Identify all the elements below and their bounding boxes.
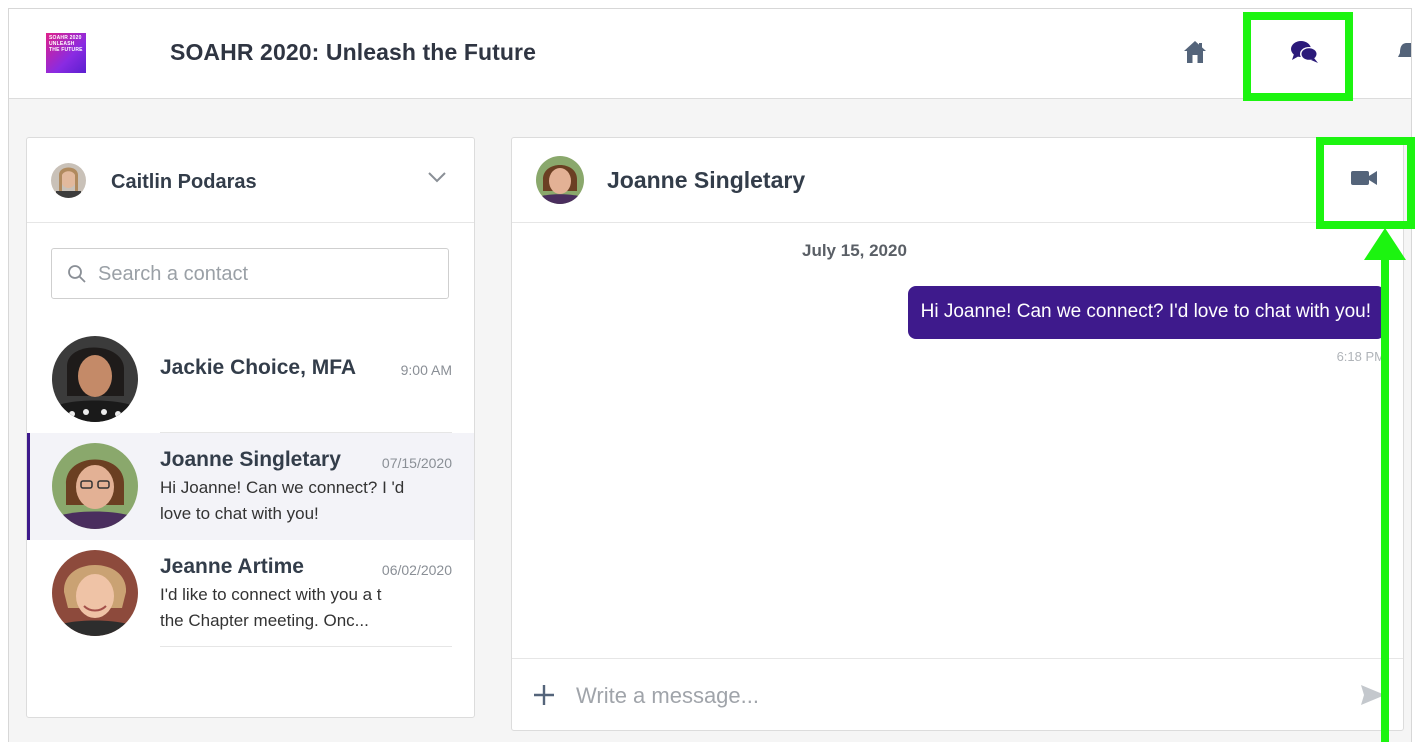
search-box xyxy=(51,248,449,299)
home-icon[interactable] xyxy=(1180,37,1210,67)
chevron-down-icon[interactable] xyxy=(427,170,447,189)
contact-item[interactable]: Jeanne Artime 06/02/2020 I'd like to con… xyxy=(27,540,474,647)
message-composer xyxy=(512,658,1403,730)
message-bubble[interactable]: Hi Joanne! Can we connect? I'd love to c… xyxy=(907,286,1385,339)
contact-item[interactable]: Joanne Singletary 07/15/2020 Hi Joanne! … xyxy=(27,433,474,540)
current-user-avatar xyxy=(51,163,86,198)
current-user-selector[interactable]: Caitlin Podaras xyxy=(27,138,474,223)
chat-panel: Joanne Singletary July 15, 2020 Hi Joann… xyxy=(511,137,1404,731)
bell-icon[interactable] xyxy=(1397,37,1411,67)
contact-preview: I'd like to connect with you a t the Cha… xyxy=(160,585,382,630)
chat-header: Joanne Singletary xyxy=(512,138,1403,223)
contact-name: Joanne Singletary xyxy=(160,448,341,471)
contacts-panel: Caitlin Podaras Jackie Choice, MFA 9:00 … xyxy=(26,137,475,718)
current-user-name: Caitlin Podaras xyxy=(111,171,257,193)
contact-avatar xyxy=(52,550,138,636)
contact-list: Jackie Choice, MFA 9:00 AM Joanne Single… xyxy=(27,326,474,647)
message-time: 6:18 PM xyxy=(1336,349,1385,364)
top-bar: SOAHR 2020 UNLEASH THE FUTURE SOAHR 2020… xyxy=(9,9,1411,99)
date-separator: July 15, 2020 xyxy=(802,241,907,260)
contact-avatar xyxy=(52,336,138,422)
event-logo[interactable]: SOAHR 2020 UNLEASH THE FUTURE xyxy=(46,33,86,73)
arrow-shaft xyxy=(1381,255,1389,742)
contact-time: 07/15/2020 xyxy=(381,455,452,471)
message-input[interactable] xyxy=(576,679,1336,713)
contact-item[interactable]: Jackie Choice, MFA 9:00 AM xyxy=(27,326,474,433)
app-title: SOAHR 2020: Unleash the Future xyxy=(170,39,536,65)
chat-contact-name: Joanne Singletary xyxy=(607,167,806,193)
logo-text: SOAHR 2020 UNLEASH THE FUTURE xyxy=(49,35,83,53)
divider xyxy=(160,646,452,647)
contact-name: Jackie Choice, MFA xyxy=(160,356,357,379)
plus-icon[interactable] xyxy=(533,684,555,711)
contact-avatar xyxy=(52,443,138,529)
search-icon xyxy=(67,264,87,289)
app-window: SOAHR 2020 UNLEASH THE FUTURE SOAHR 2020… xyxy=(8,8,1412,742)
highlight-box-video xyxy=(1316,137,1415,229)
chat-contact-avatar[interactable] xyxy=(536,156,584,204)
contact-time: 06/02/2020 xyxy=(381,562,452,578)
highlight-box-chat xyxy=(1243,12,1353,101)
contact-time: 9:00 AM xyxy=(400,362,452,378)
search-input[interactable] xyxy=(98,259,438,289)
contact-preview: Hi Joanne! Can we connect? I 'd love to … xyxy=(160,478,405,523)
contact-name: Jeanne Artime xyxy=(160,555,304,578)
